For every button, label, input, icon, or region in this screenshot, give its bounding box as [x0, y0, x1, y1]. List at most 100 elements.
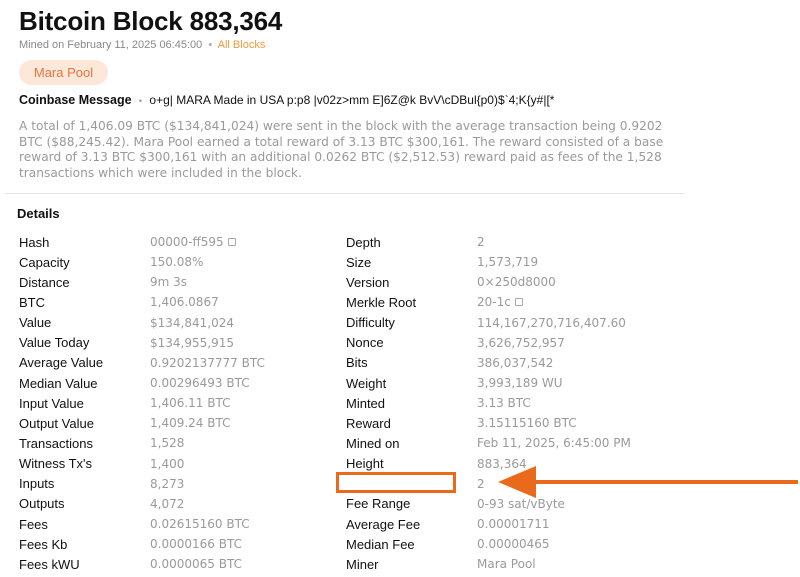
- detail-value: 1,406.0867: [150, 295, 219, 310]
- detail-value: 2: [477, 235, 485, 250]
- detail-row: Weight 3,993,189 WU: [346, 373, 631, 393]
- details-heading: Details: [17, 206, 60, 221]
- detail-key: Input Value: [19, 395, 84, 411]
- coinbase-message: Coinbase Message • o+g| MARA Made in USA…: [19, 93, 554, 107]
- detail-value: 9m 3s: [150, 275, 188, 290]
- detail-key: Merkle Root: [346, 294, 417, 310]
- detail-value: 3,993,189 WU: [477, 376, 563, 391]
- detail-key: Median Value: [19, 375, 98, 391]
- detail-key: Fees: [19, 516, 48, 532]
- detail-key: Transactions: [19, 435, 93, 451]
- detail-value: 0.0000065 BTC: [150, 557, 242, 572]
- block-summary: A total of 1,406.09 BTC ($134,841,024) w…: [19, 119, 664, 180]
- coinbase-label: Coinbase Message: [19, 93, 132, 107]
- detail-value: 1,406.11 BTC: [150, 396, 231, 411]
- coinbase-text: o+g| MARA Made in USA p:p8 |v02z>mm E]6Z…: [149, 93, 555, 107]
- detail-key: Average Value: [19, 355, 104, 371]
- coinbase-bullet: •: [138, 96, 143, 106]
- detail-row: Fees Kb 0.0000166 BTC: [19, 534, 265, 554]
- page-title-text: Bitcoin Block: [19, 6, 183, 36]
- detail-key: Depth: [346, 234, 381, 250]
- detail-row: Fees 0.02615160 BTC: [19, 514, 265, 534]
- detail-value: 0.00000465: [477, 537, 550, 552]
- detail-value: 0.00296493 BTC: [150, 376, 250, 391]
- detail-row: Average Fee 0.00001711: [346, 514, 631, 534]
- detail-key: Value Today: [19, 335, 90, 351]
- detail-key: Witness Tx's: [19, 456, 93, 472]
- detail-row: Median Fee 0.00000465: [346, 534, 631, 554]
- detail-key: BTC: [19, 294, 45, 310]
- detail-value: 114,167,270,716,407.60: [477, 315, 626, 330]
- detail-key: Fees Kb: [19, 536, 68, 552]
- detail-value: 0.0000166 BTC: [150, 537, 242, 552]
- detail-value: 4,072: [150, 496, 185, 511]
- details-right-column: Depth 2 Size 1,573,719 Version 0×250d8000 M…: [346, 232, 631, 574]
- detail-key: Distance: [19, 274, 70, 290]
- detail-key: Value: [19, 315, 52, 331]
- detail-key: Bits: [346, 355, 368, 371]
- hash-value: 00000-ff595: [150, 235, 224, 250]
- detail-value: 3.15115160 BTC: [477, 416, 577, 431]
- detail-value: Feb 11, 2025, 6:45:00 PM: [477, 436, 631, 451]
- detail-value: $134,841,024: [150, 315, 234, 330]
- detail-row: Average Value 0.9202137777 BTC: [19, 353, 265, 373]
- detail-key: Fee Range: [346, 496, 411, 512]
- detail-value: 1,528: [150, 436, 185, 451]
- annotation-highlight-box: [336, 472, 456, 493]
- detail-key: Miner: [346, 556, 379, 572]
- copy-icon[interactable]: [227, 238, 236, 247]
- detail-key: Reward: [346, 415, 391, 431]
- detail-key: Version: [346, 274, 390, 290]
- detail-value: $134,955,915: [150, 335, 234, 350]
- detail-row: Transactions 1,528: [19, 433, 265, 453]
- detail-row: Inputs 8,273: [19, 474, 265, 494]
- detail-row: Reward 3.15115160 BTC: [346, 413, 631, 433]
- page-title: Bitcoin Block 883,364: [19, 6, 282, 37]
- detail-key: Size: [346, 254, 372, 270]
- detail-key: Minted: [346, 395, 386, 411]
- detail-row-hash: Hash 00000-ff595: [19, 232, 265, 252]
- detail-row: Size 1,573,719: [346, 252, 631, 272]
- detail-row: Difficulty 114,167,270,716,407.60: [346, 313, 631, 333]
- detail-value: 8,273: [150, 476, 185, 491]
- detail-row: Version 0×250d8000: [346, 272, 631, 292]
- detail-row: Minted 3.13 BTC: [346, 393, 631, 413]
- detail-key: Weight: [346, 375, 387, 391]
- detail-key: Output Value: [19, 415, 94, 431]
- detail-row: Miner Mara Pool: [346, 554, 631, 574]
- detail-row: Median Value 0.00296493 BTC: [19, 373, 265, 393]
- detail-key: Outputs: [19, 496, 65, 512]
- detail-value: 150.08%: [150, 255, 204, 270]
- mined-on-text: Mined on February 11, 2025 06:45:00: [19, 39, 203, 51]
- detail-row: Outputs 4,072: [19, 494, 265, 514]
- all-blocks-link[interactable]: All Blocks: [218, 39, 266, 51]
- detail-row: Bits 386,037,542: [346, 353, 631, 373]
- detail-key: Capacity: [19, 254, 70, 270]
- detail-value: 00000-ff595: [150, 235, 236, 249]
- details-left-column: Hash 00000-ff595 Capacity 150.08% Distance…: [19, 232, 265, 574]
- detail-key: Nonce: [346, 335, 384, 351]
- arrow-left-icon: [498, 466, 798, 498]
- detail-value: 20-1c: [477, 295, 523, 309]
- detail-value: Mara Pool: [477, 557, 536, 572]
- detail-row: Nonce 3,626,752,957: [346, 333, 631, 353]
- detail-value: 0×250d8000: [477, 275, 556, 290]
- detail-key: Hash: [19, 234, 50, 250]
- detail-key: Fees kWU: [19, 556, 80, 572]
- detail-key: Height: [346, 456, 384, 472]
- merkle-root-value: 20-1c: [477, 295, 511, 310]
- detail-row-merkle-root: Merkle Root 20-1c: [346, 292, 631, 312]
- detail-value: 1,400: [150, 456, 185, 471]
- detail-value: 0.9202137777 BTC: [150, 355, 265, 370]
- detail-key: Average Fee: [346, 516, 421, 532]
- detail-row: Depth 2: [346, 232, 631, 252]
- detail-row: Mined on Feb 11, 2025, 6:45:00 PM: [346, 433, 631, 453]
- copy-icon[interactable]: [514, 298, 523, 307]
- detail-row: Input Value 1,406.11 BTC: [19, 393, 265, 413]
- detail-row: Fees kWU 0.0000065 BTC: [19, 554, 265, 574]
- detail-row: BTC 1,406.0867: [19, 292, 265, 312]
- pool-badge[interactable]: Mara Pool: [19, 60, 108, 85]
- block-number: 883,364: [189, 6, 283, 36]
- detail-row: Output Value 1,409.24 BTC: [19, 413, 265, 433]
- detail-key: Difficulty: [346, 315, 395, 331]
